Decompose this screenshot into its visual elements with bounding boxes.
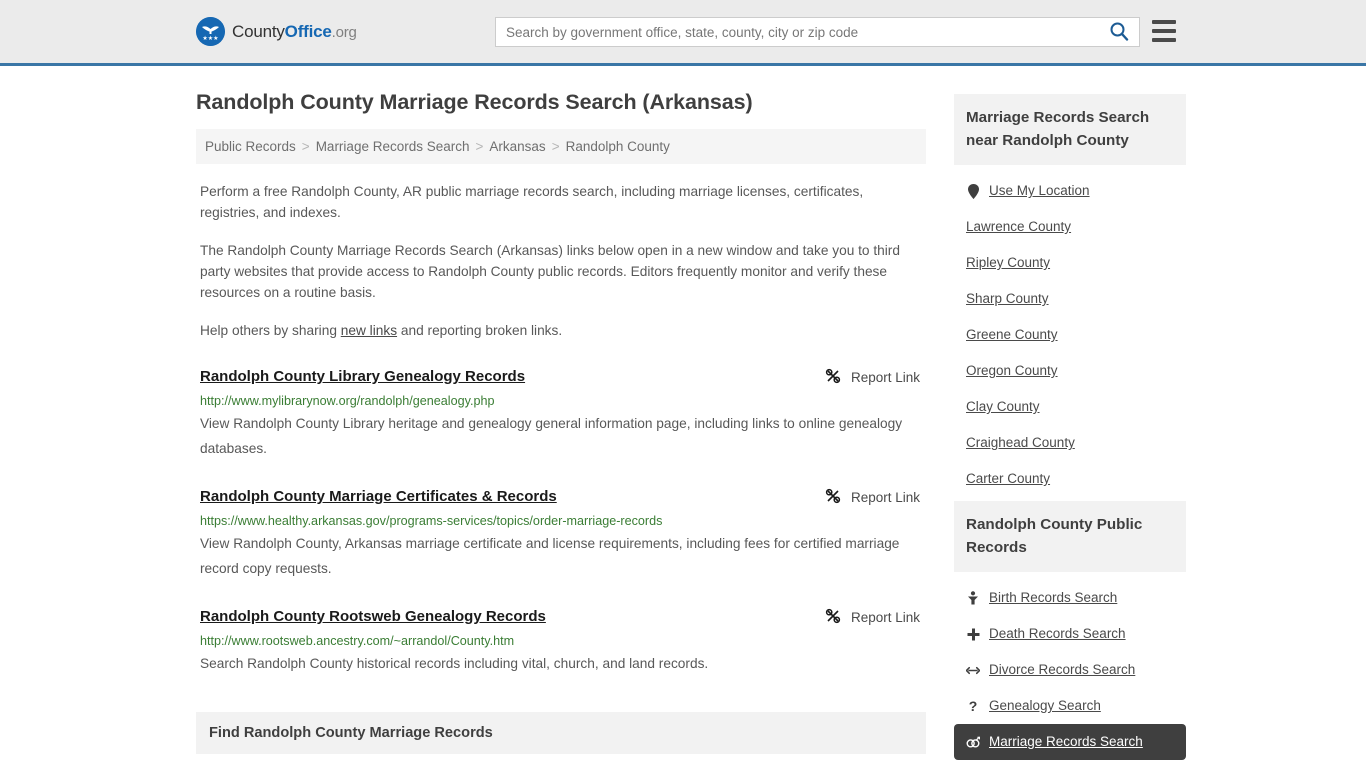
report-link-button[interactable]: Report Link [825,608,926,627]
sidebar-item-birth-records-search[interactable]: Birth Records Search [954,580,1186,616]
result-url: http://www.rootsweb.ancestry.com/~arrand… [200,634,515,648]
hamburger-menu-icon[interactable] [1152,20,1176,42]
sidebar-item-marriage-records-search[interactable]: Marriage Records Search [954,724,1186,760]
site-logo[interactable]: ★★★ CountyOffice.org [196,17,357,46]
search-button[interactable] [1099,18,1139,46]
question-mark-icon: ? [968,698,978,714]
sidebar-item-label[interactable]: Death Records Search [989,625,1126,643]
broken-link-icon [825,608,841,627]
public-records-list: Birth Records Search Death Records Searc… [954,572,1186,760]
sidebar-item-divorce-records-search[interactable]: Divorce Records Search [954,652,1186,688]
split-arrows-icon [966,665,980,676]
sidebar-item-label[interactable]: Clay County [966,398,1040,416]
sidebar-item-carter-county[interactable]: Carter County [954,461,1186,497]
logo-text-office: Office [284,21,332,41]
public-records-heading: Randolph County Public Records [954,501,1186,572]
svg-text:★★★: ★★★ [202,35,218,42]
rings-icon [966,736,980,748]
sidebar-item-label[interactable]: Greene County [966,326,1058,344]
site-logo-text: CountyOffice.org [232,22,357,42]
logo-text-county: County [232,21,285,41]
sidebar-item-label[interactable]: Sharp County [966,290,1049,308]
breadcrumb-separator: > [551,139,560,154]
sidebar-item-label[interactable]: Use My Location [989,182,1090,200]
result-url: https://www.healthy.arkansas.gov/program… [200,514,663,528]
nearby-panel-heading: Marriage Records Search near Randolph Co… [954,94,1186,165]
sidebar-item-craighead-county[interactable]: Craighead County [954,425,1186,461]
result-header: Randolph County Library Genealogy Record… [200,367,926,387]
sidebar-item-oregon-county[interactable]: Oregon County [954,353,1186,389]
sidebar-item-sharp-county[interactable]: Sharp County [954,281,1186,317]
sidebar-item-label[interactable]: Oregon County [966,362,1058,380]
result-description: View Randolph County, Arkansas marriage … [200,536,900,576]
broken-link-icon [825,368,841,387]
main-column: Randolph County Marriage Records Search … [196,66,926,768]
hamburger-bar [1152,38,1176,42]
report-link-label: Report Link [850,490,920,505]
help-line: Help others by sharing new links and rep… [200,320,910,341]
sidebar-item-label[interactable]: Carter County [966,470,1050,488]
sidebar: Marriage Records Search near Randolph Co… [954,66,1186,768]
help-line-after: and reporting broken links. [397,323,563,338]
result-description: View Randolph County Library heritage an… [200,416,903,456]
result-description: Search Randolph County historical record… [200,656,709,671]
sidebar-item-clay-county[interactable]: Clay County [954,389,1186,425]
result-title-link[interactable]: Randolph County Rootsweb Genealogy Recor… [200,607,546,627]
breadcrumb-item-randolph-county[interactable]: Randolph County [566,139,670,154]
sidebar-item-label[interactable]: Lawrence County [966,218,1071,236]
logo-text-org: .org [331,23,357,41]
baby-icon [966,591,980,605]
search-icon [1109,21,1129,44]
sidebar-item-lawrence-county[interactable]: Lawrence County [954,209,1186,245]
breadcrumb-item-marriage-records-search[interactable]: Marriage Records Search [316,139,470,154]
report-link-button[interactable]: Report Link [825,488,926,507]
intro-paragraph-2: The Randolph County Marriage Records Sea… [200,243,900,300]
result-title-link[interactable]: Randolph County Marriage Certificates & … [200,487,557,507]
sidebar-item-label[interactable]: Craighead County [966,434,1075,452]
sidebar-item-genealogy-search[interactable]: ? Genealogy Search [954,688,1186,724]
result-item: Randolph County Marriage Certificates & … [196,487,926,581]
sidebar-item-label[interactable]: Birth Records Search [989,589,1117,607]
breadcrumb-separator: > [475,139,484,154]
help-line-before: Help others by sharing [200,323,341,338]
report-link-button[interactable]: Report Link [825,368,926,387]
result-item: Randolph County Rootsweb Genealogy Recor… [196,607,926,676]
page-body: Randolph County Marriage Records Search … [0,66,1366,768]
result-title-link[interactable]: Randolph County Library Genealogy Record… [200,367,525,387]
result-item: Randolph County Library Genealogy Record… [196,367,926,461]
result-header: Randolph County Rootsweb Genealogy Recor… [200,607,926,627]
nearby-panel: Marriage Records Search near Randolph Co… [954,94,1186,497]
hamburger-bar [1152,20,1176,24]
broken-link-icon [825,488,841,507]
intro-paragraph-1: Perform a free Randolph County, AR publi… [200,184,864,220]
eagle-shield-logo-icon: ★★★ [196,17,225,46]
sidebar-item-label[interactable]: Genealogy Search [989,697,1101,715]
sidebar-item-label[interactable]: Ripley County [966,254,1050,272]
sidebar-item-use-my-location[interactable]: Use My Location [954,173,1186,209]
public-records-panel: Randolph County Public Records Birth Rec… [954,501,1186,760]
sidebar-item-label[interactable]: Divorce Records Search [989,661,1135,679]
search-input[interactable] [496,19,1099,45]
sidebar-item-ripley-county[interactable]: Ripley County [954,245,1186,281]
breadcrumb-item-arkansas[interactable]: Arkansas [489,139,545,154]
report-link-label: Report Link [850,610,920,625]
breadcrumb-item-public-records[interactable]: Public Records [205,139,296,154]
cross-icon [966,628,980,641]
find-records-heading: Find Randolph County Marriage Records [196,712,926,754]
result-header: Randolph County Marriage Certificates & … [200,487,926,507]
new-links-link[interactable]: new links [341,323,397,338]
nearby-list: Use My Location Lawrence County Ripley C… [954,165,1186,497]
search-bar[interactable] [495,17,1140,47]
result-url: http://www.mylibrarynow.org/randolph/gen… [200,394,495,408]
sidebar-item-label: Marriage Records Search [989,734,1143,749]
sidebar-item-death-records-search[interactable]: Death Records Search [954,616,1186,652]
site-header: ★★★ CountyOffice.org [0,0,1366,66]
page-title: Randolph County Marriage Records Search … [196,90,753,114]
report-link-label: Report Link [850,370,920,385]
hamburger-bar [1152,29,1176,33]
breadcrumb: Public Records > Marriage Records Search… [196,129,926,164]
sidebar-item-greene-county[interactable]: Greene County [954,317,1186,353]
breadcrumb-separator: > [301,139,310,154]
map-pin-icon [966,183,980,199]
